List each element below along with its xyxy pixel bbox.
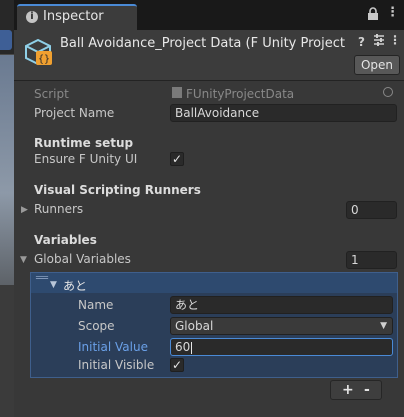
ensure-ui-checkbox[interactable]: ✓ — [170, 152, 184, 166]
text-cursor — [191, 341, 193, 354]
scope-value: Global — [175, 319, 214, 333]
script-value: FUnityProjectData — [186, 87, 295, 101]
scriptable-object-icon: {} — [22, 36, 54, 71]
preset-icon[interactable] — [373, 33, 385, 50]
list-add-remove-bar: + - — [330, 380, 382, 400]
name-label: Name — [78, 298, 114, 312]
ensure-ui-label: Ensure F Unity UI — [34, 152, 138, 166]
project-name-field[interactable]: BallAvoidance — [170, 104, 397, 122]
help-icon[interactable]: ? — [358, 35, 365, 49]
runners-count-field[interactable]: 0 — [346, 201, 397, 219]
initial-value-text: 60 — [175, 340, 191, 354]
runners-label[interactable]: Runners — [34, 202, 83, 216]
global-variables-count-field[interactable]: 1 — [346, 251, 397, 269]
initial-value-label: Initial Value — [78, 340, 148, 354]
fold-down-icon[interactable]: ▼ — [20, 255, 27, 265]
element-fold-down-icon[interactable]: ▼ — [50, 280, 57, 290]
lock-icon[interactable] — [367, 7, 379, 25]
remove-element-button[interactable]: - — [364, 382, 370, 398]
add-element-button[interactable]: + — [342, 382, 354, 398]
project-name-label: Project Name — [34, 106, 115, 120]
scope-label: Scope — [78, 319, 115, 333]
object-title: Ball Avoidance_Project Data (F Unity Pro… — [60, 36, 350, 51]
tab-label: Inspector — [43, 9, 104, 24]
script-label: Script — [34, 87, 69, 101]
global-variables-label[interactable]: Global Variables — [34, 252, 131, 266]
more-options-icon[interactable]: ⋮ — [386, 5, 399, 20]
script-file-icon — [172, 87, 182, 98]
open-button[interactable]: Open — [354, 55, 400, 75]
object-picker-icon[interactable] — [383, 87, 393, 97]
info-icon: i — [26, 11, 38, 23]
runners-heading: Visual Scripting Runners — [34, 183, 201, 197]
element-title: あと — [63, 279, 88, 293]
svg-text:{}: {} — [38, 54, 50, 65]
fold-right-icon[interactable]: ▶ — [21, 205, 28, 215]
initial-value-field[interactable]: 60 — [170, 338, 393, 356]
scene-view-edge — [0, 0, 14, 417]
initial-visible-label: Initial Visible — [78, 358, 155, 372]
runtime-setup-heading: Runtime setup — [34, 136, 134, 150]
context-menu-icon[interactable]: ⋮ — [389, 33, 401, 47]
drag-handle-icon[interactable]: ══ — [36, 274, 48, 284]
dropdown-arrow-icon: ▼ — [380, 321, 387, 331]
name-field[interactable]: あと — [170, 296, 393, 314]
variables-heading: Variables — [34, 233, 97, 247]
initial-visible-checkbox[interactable]: ✓ — [170, 358, 184, 372]
tab-inspector[interactable]: i Inspector — [17, 4, 137, 30]
scope-dropdown[interactable]: Global ▼ — [170, 317, 393, 335]
